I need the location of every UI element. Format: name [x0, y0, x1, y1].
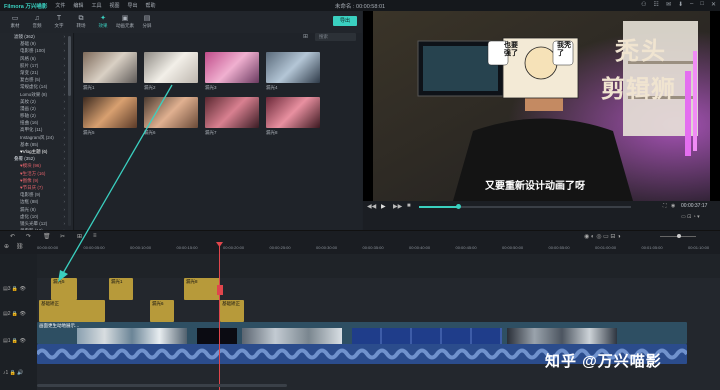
annotation-arrow — [58, 84, 173, 282]
